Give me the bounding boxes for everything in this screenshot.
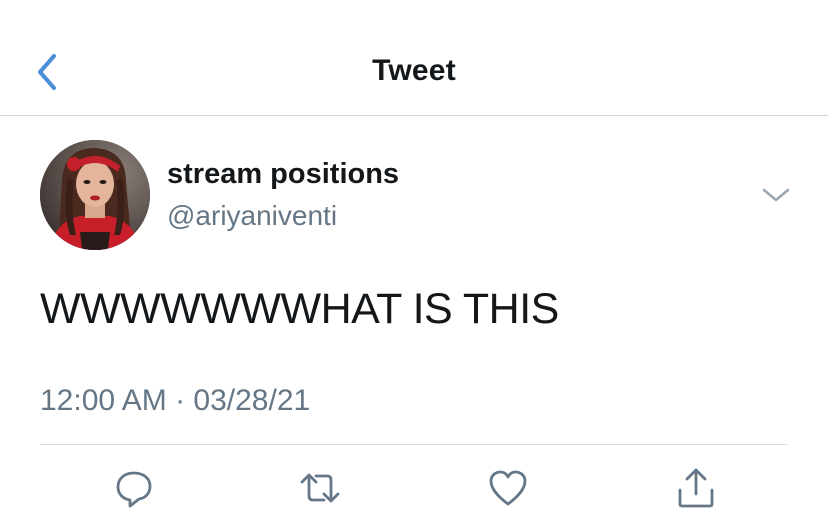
share-button[interactable] <box>674 466 718 510</box>
chevron-down-icon <box>762 188 790 202</box>
page-title: Tweet <box>372 54 456 87</box>
tweet-text: WWWWWWWHAT IS THIS <box>40 285 559 333</box>
profile-photo <box>40 140 150 250</box>
author-display-name[interactable]: stream positions <box>167 158 399 191</box>
retweet-icon <box>300 473 340 503</box>
tweet-options-button[interactable] <box>758 180 794 210</box>
retweet-button[interactable] <box>298 466 342 510</box>
reply-icon <box>116 471 152 508</box>
avatar[interactable] <box>40 140 150 250</box>
tweet-detail-page: Tweet stream positions @ariyaniventi WWW… <box>0 0 828 523</box>
reply-button[interactable] <box>112 466 156 510</box>
divider <box>40 444 788 445</box>
top-nav-bar: Tweet <box>0 0 828 116</box>
share-icon <box>678 468 714 508</box>
heart-icon <box>489 470 527 506</box>
author-handle[interactable]: @ariyaniventi <box>167 200 337 232</box>
tweet-timestamp: 12:00 AM · 03/28/21 <box>40 384 311 417</box>
like-button[interactable] <box>486 466 530 510</box>
